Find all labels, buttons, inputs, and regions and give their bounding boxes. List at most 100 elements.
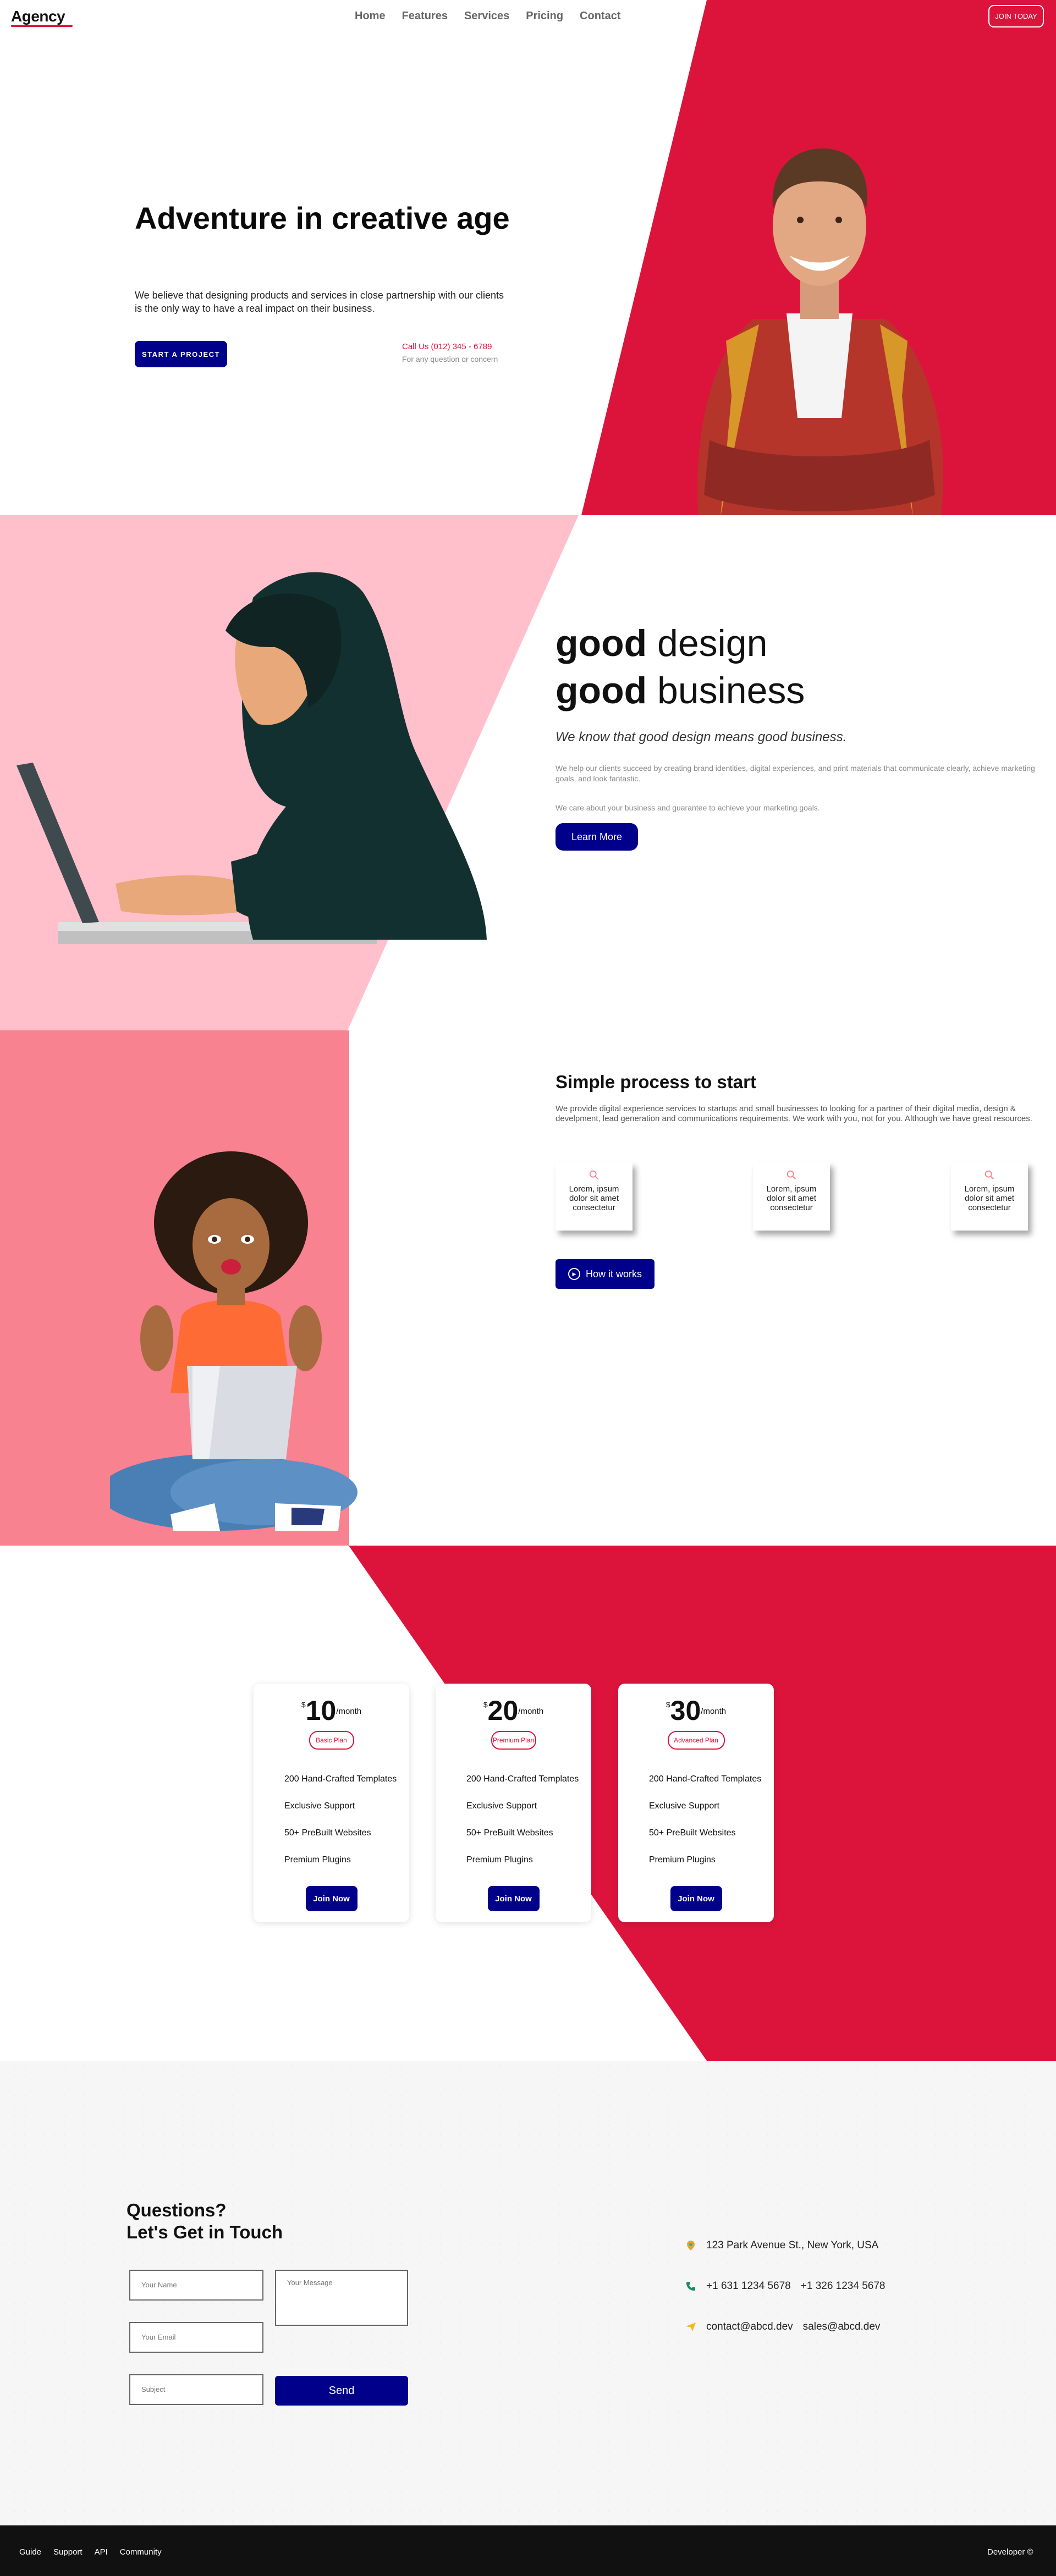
- hero-phone-subtext: For any question or concern: [402, 355, 498, 363]
- good-title-bold-1: good: [556, 622, 647, 664]
- start-project-button[interactable]: START A PROJECT: [135, 341, 227, 367]
- phone-2[interactable]: +1 326 1234 5678: [801, 2280, 886, 2292]
- price-value: 30: [670, 1695, 701, 1726]
- price-currency: $: [666, 1700, 670, 1709]
- logo-underline: [11, 25, 73, 27]
- phone-row: +1 631 1234 5678 +1 326 1234 5678: [685, 2280, 886, 2292]
- plan-badge: Premium Plan: [491, 1731, 536, 1750]
- contact-title-line-1: Questions?: [127, 2200, 227, 2220]
- pricing-card-premium: $ 20 /month Premium Plan 200 Hand-Crafte…: [436, 1684, 591, 1922]
- good-title-bold-2: good: [556, 670, 647, 711]
- location-pin-icon: [687, 2241, 695, 2250]
- pricing-card-advanced: $ 30 /month Advanced Plan 200 Hand-Craft…: [618, 1684, 774, 1922]
- phone-1[interactable]: +1 631 1234 5678: [706, 2280, 791, 2292]
- good-paragraph-2: We care about your business and guarante…: [556, 803, 820, 812]
- plan-feature: Exclusive Support: [284, 1801, 355, 1811]
- footer-link-api[interactable]: API: [95, 2547, 108, 2557]
- process-text: We provide digital experience services t…: [556, 1104, 1032, 1123]
- process-card-1: Lorem, ipsum dolor sit amet consectetur: [556, 1162, 632, 1231]
- footer-links: Guide Support API Community: [19, 2547, 162, 2557]
- email-2[interactable]: sales@abcd.dev: [803, 2321, 881, 2333]
- process-card-3: Lorem, ipsum dolor sit amet consectetur: [951, 1162, 1028, 1231]
- search-icon: [589, 1170, 598, 1179]
- email-1[interactable]: contact@abcd.dev: [706, 2321, 793, 2333]
- join-now-button[interactable]: Join Now: [305, 1886, 358, 1911]
- email-row: contact@abcd.dev sales@abcd.dev: [685, 2321, 880, 2333]
- hero-phone[interactable]: Call Us (012) 345 - 6789: [402, 342, 492, 351]
- plan-feature: 200 Hand-Crafted Templates: [649, 1774, 762, 1784]
- hero-text: We believe that designing products and s…: [135, 290, 504, 314]
- plan-feature: Premium Plugins: [466, 1855, 533, 1865]
- girl-laptop-image: [110, 1151, 358, 1531]
- good-title: good design good business: [556, 620, 805, 714]
- join-now-button[interactable]: Join Now: [670, 1886, 722, 1911]
- nav-link-home[interactable]: Home: [355, 10, 386, 23]
- logo[interactable]: Agency: [11, 8, 65, 25]
- paper-plane-icon: [686, 2323, 696, 2331]
- plan-feature: Premium Plugins: [649, 1855, 716, 1865]
- footer-link-community[interactable]: Community: [120, 2547, 162, 2557]
- nav-link-services[interactable]: Services: [464, 10, 509, 23]
- price-amount: $ 30 /month: [618, 1695, 774, 1726]
- contact-title-line-2: Let's Get in Touch: [127, 2222, 283, 2242]
- plan-badge: Advanced Plan: [667, 1731, 725, 1750]
- process-card-text: Lorem, ipsum dolor sit amet consectetur: [569, 1184, 619, 1212]
- process-card-2: Lorem, ipsum dolor sit amet consectetur: [753, 1162, 830, 1231]
- how-it-works-button[interactable]: ▶ How it works: [556, 1259, 654, 1289]
- process-section: Simple process to start We provide digit…: [0, 1030, 1056, 1546]
- price-value: 20: [487, 1695, 519, 1726]
- nav-link-pricing[interactable]: Pricing: [526, 10, 563, 23]
- price-period: /month: [336, 1707, 362, 1716]
- plan-feature: Premium Plugins: [284, 1855, 351, 1865]
- footer-developer-credit: Developer ©: [987, 2547, 1033, 2557]
- pricing-section: $ 10 /month Basic Plan 200 Hand-Crafted …: [0, 1546, 1056, 2061]
- subject-input[interactable]: Subject: [129, 2374, 263, 2405]
- hero-section: Adventure in creative age We believe tha…: [0, 0, 1056, 515]
- name-input[interactable]: Your Name: [129, 2270, 263, 2301]
- price-amount: $ 20 /month: [436, 1695, 591, 1726]
- good-title-rest-2: business: [647, 670, 805, 711]
- contact-section: Questions? Let's Get in Touch Your Name …: [0, 2061, 1056, 2525]
- footer-link-guide[interactable]: Guide: [19, 2547, 41, 2557]
- price-period: /month: [701, 1707, 727, 1716]
- footer-link-support[interactable]: Support: [53, 2547, 82, 2557]
- good-subtitle: We know that good design means good busi…: [556, 730, 847, 744]
- pricing-card-basic: $ 10 /month Basic Plan 200 Hand-Crafted …: [254, 1684, 409, 1922]
- email-input[interactable]: Your Email: [129, 2322, 263, 2353]
- join-now-button[interactable]: Join Now: [487, 1886, 540, 1911]
- contact-title: Questions? Let's Get in Touch: [127, 2199, 283, 2243]
- price-period: /month: [518, 1707, 544, 1716]
- price-amount: $ 10 /month: [254, 1695, 409, 1726]
- plan-badge: Basic Plan: [309, 1731, 354, 1750]
- nav-link-features[interactable]: Features: [402, 10, 448, 23]
- join-today-button[interactable]: JOIN TODAY: [988, 5, 1044, 27]
- hero-title: Adventure in creative age: [135, 201, 510, 235]
- plan-feature: 200 Hand-Crafted Templates: [284, 1774, 397, 1784]
- plan-feature: Exclusive Support: [649, 1801, 720, 1811]
- good-paragraph-1: We help our clients succeed by creating …: [556, 764, 1035, 783]
- address-text: 123 Park Avenue St., New York, USA: [706, 2239, 879, 2251]
- message-textarea[interactable]: Your Message: [275, 2270, 408, 2326]
- good-design-section: good design good business We know that g…: [0, 515, 1056, 1030]
- navbar: Agency Home Features Services Pricing Co…: [0, 0, 1056, 34]
- nav-link-contact[interactable]: Contact: [580, 10, 620, 23]
- price-value: 10: [305, 1695, 337, 1726]
- plan-feature: 50+ PreBuilt Websites: [284, 1828, 371, 1838]
- process-card-text: Lorem, ipsum dolor sit amet consectetur: [766, 1184, 817, 1212]
- search-icon: [787, 1170, 796, 1179]
- learn-more-button[interactable]: Learn More: [556, 823, 638, 851]
- address-row: 123 Park Avenue St., New York, USA: [685, 2239, 878, 2252]
- good-title-rest-1: design: [647, 622, 768, 664]
- plan-feature: 200 Hand-Crafted Templates: [466, 1774, 579, 1784]
- process-card-text: Lorem, ipsum dolor sit amet consectetur: [964, 1184, 1015, 1212]
- price-currency: $: [483, 1700, 488, 1709]
- price-currency: $: [301, 1700, 306, 1709]
- footer: Guide Support API Community Developer ©: [0, 2525, 1056, 2576]
- send-button[interactable]: Send: [275, 2376, 408, 2406]
- process-title: Simple process to start: [556, 1072, 756, 1092]
- phone-icon: [686, 2282, 695, 2291]
- woman-laptop-image: [16, 572, 487, 944]
- plan-feature: Exclusive Support: [466, 1801, 537, 1811]
- plan-feature: 50+ PreBuilt Websites: [649, 1828, 736, 1838]
- search-icon: [985, 1170, 994, 1179]
